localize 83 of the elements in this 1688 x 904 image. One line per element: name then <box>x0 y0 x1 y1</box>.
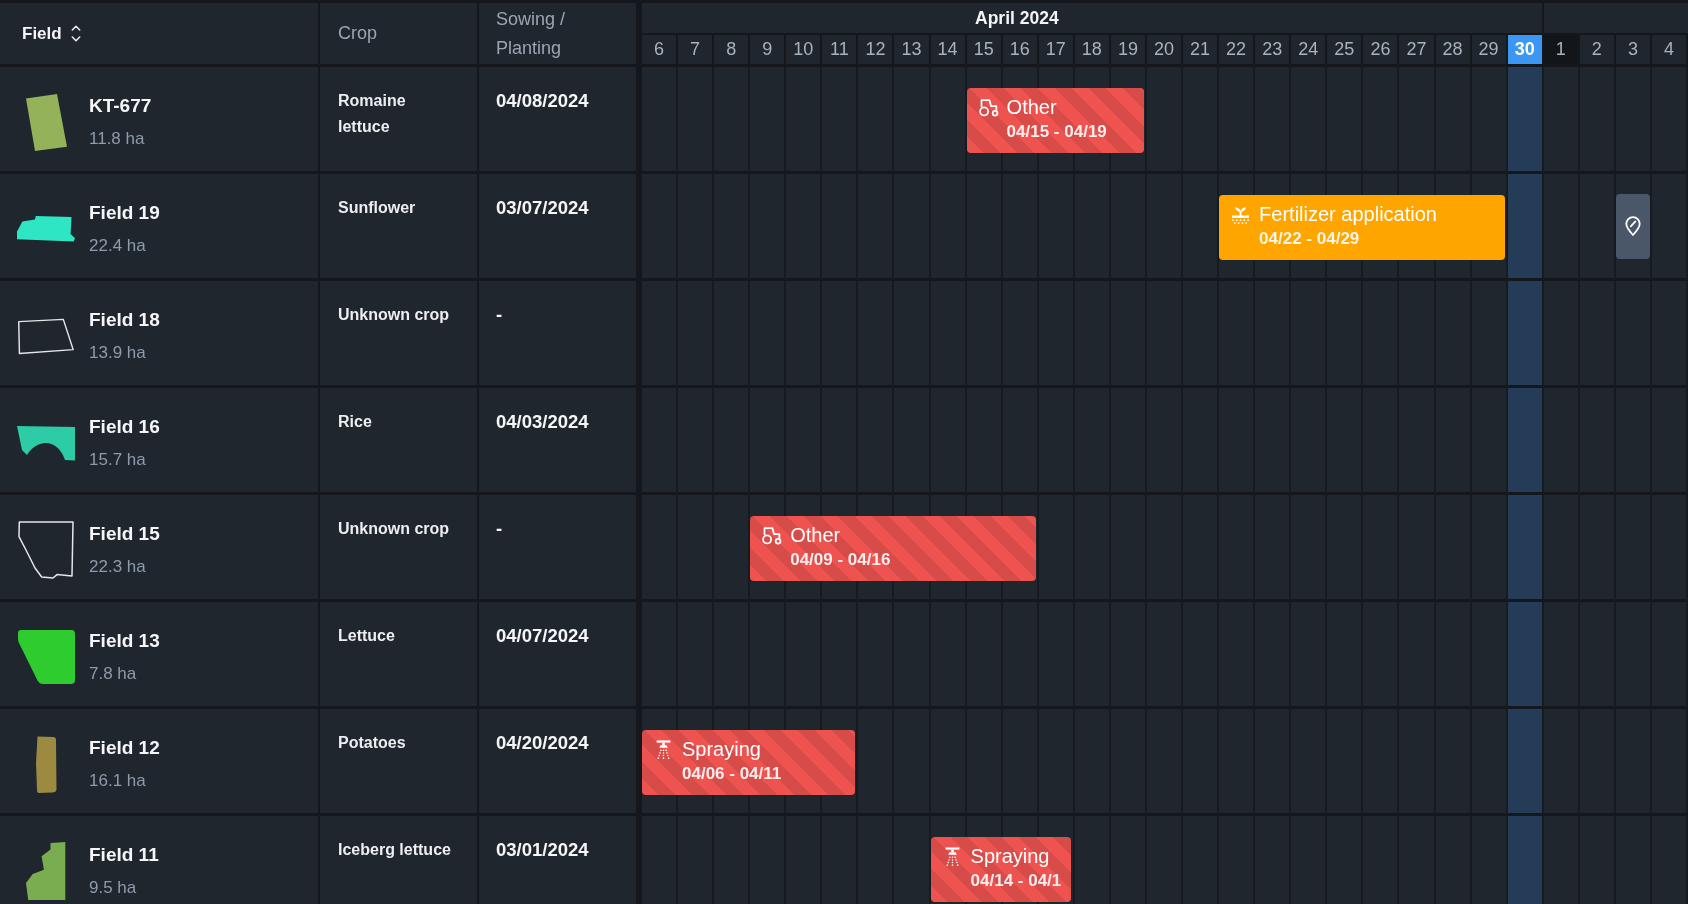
sowing-date: 03/01/2024 <box>496 838 589 862</box>
field-area: 7.8 ha <box>89 663 137 685</box>
crop-name: Iceberg lettuce <box>338 840 451 860</box>
crop-name: Lettuce <box>338 626 395 646</box>
day-number: 10 <box>786 35 823 67</box>
task-bar[interactable]: Other 04/09 - 04/16 <box>750 516 1036 581</box>
day-number: 15 <box>966 35 1003 67</box>
task-dates: 04/15 - 04/19 <box>1006 121 1107 143</box>
sowing-date: 04/07/2024 <box>496 624 589 648</box>
crop-name: Rice <box>338 412 372 432</box>
column-header: Sowing / Planting <box>496 7 567 60</box>
day-number: 26 <box>1363 35 1400 67</box>
tractor-icon <box>977 98 999 117</box>
task-bar[interactable]: Spraying 04/14 - 04/1 <box>930 837 1072 902</box>
field-name: Field 15 <box>89 522 160 546</box>
day-number: 28 <box>1435 35 1472 67</box>
column-header: Crop <box>338 22 377 45</box>
day-number: 8 <box>714 35 751 67</box>
month-label: April 2024 <box>975 7 1059 29</box>
tractor-icon <box>761 526 783 545</box>
day-number: 2 <box>1579 35 1616 67</box>
task-title: Other <box>790 523 841 548</box>
day-number: 16 <box>1002 35 1039 67</box>
task-title: Spraying <box>682 737 761 762</box>
sort-icon[interactable] <box>70 25 81 42</box>
field-name: Field 16 <box>89 415 160 439</box>
day-number: 24 <box>1291 35 1328 67</box>
day-number: 27 <box>1399 35 1436 67</box>
day-number: 23 <box>1255 35 1292 67</box>
crop-name: Unknown crop <box>338 519 450 539</box>
field-area: 15.7 ha <box>89 449 146 471</box>
field-name: Field 11 <box>89 843 159 867</box>
crop-name: Potatoes <box>338 733 406 753</box>
task-dates: 04/22 - 04/29 <box>1259 228 1360 250</box>
field-area: 9.5 ha <box>89 877 137 899</box>
task-title: Spraying <box>970 844 1050 869</box>
sowing-date: 04/03/2024 <box>496 410 589 434</box>
sprout-icon <box>1230 205 1252 224</box>
task-dates: 04/09 - 04/16 <box>790 549 891 571</box>
crop-name: Sunflower <box>338 198 416 218</box>
task-bar[interactable]: Other 04/15 - 04/19 <box>966 88 1144 153</box>
crop-name: Unknown crop <box>338 305 450 325</box>
day-number: 30 <box>1507 35 1544 67</box>
field-area: 11.8 ha <box>89 128 145 150</box>
day-number: 11 <box>822 35 859 67</box>
sowing-date: 04/08/2024 <box>496 89 589 113</box>
field-area: 16.1 ha <box>89 770 146 792</box>
sowing-date: 04/20/2024 <box>496 731 589 755</box>
sortable-column-header[interactable]: Field <box>22 23 81 44</box>
day-number: 18 <box>1074 35 1111 67</box>
field-area: 22.4 ha <box>89 235 146 257</box>
task-title: Fertilizer application <box>1259 202 1437 227</box>
sowing-date: 03/07/2024 <box>496 196 589 220</box>
sowing-date: - <box>496 517 503 541</box>
task-dates: 04/06 - 04/11 <box>682 763 782 785</box>
day-number: 12 <box>858 35 895 67</box>
day-number: 1 <box>1543 35 1580 67</box>
day-number: 7 <box>678 35 715 67</box>
day-number: 19 <box>1110 35 1147 67</box>
day-number: 13 <box>894 35 931 67</box>
day-number: 20 <box>1146 35 1184 67</box>
field-name: Field 19 <box>89 201 160 225</box>
field-name: KT-677 <box>89 94 152 118</box>
day-number: 9 <box>750 35 787 67</box>
sowing-date: - <box>496 303 503 327</box>
day-number: 4 <box>1651 35 1688 67</box>
task-title: Other <box>1006 95 1057 120</box>
field-name: Field 13 <box>89 629 160 653</box>
task-dates: 04/14 - 04/1 <box>970 870 1062 892</box>
task-bar[interactable]: Spraying 04/06 - 04/11 <box>642 730 856 795</box>
day-number: 6 <box>642 35 679 67</box>
day-number: 14 <box>930 35 967 67</box>
field-name: Field 12 <box>89 736 160 760</box>
day-number: 17 <box>1038 35 1075 67</box>
crop-name: Romaine lettuce <box>338 91 407 137</box>
day-number: 22 <box>1219 35 1256 67</box>
day-number: 25 <box>1327 35 1364 67</box>
field-name: Field 18 <box>89 308 160 332</box>
day-number: 3 <box>1615 35 1652 67</box>
map-pin-icon[interactable] <box>1615 193 1650 259</box>
field-area: 13.9 ha <box>89 342 146 364</box>
field-area: 22.3 ha <box>89 556 146 578</box>
day-number: 21 <box>1183 35 1220 67</box>
